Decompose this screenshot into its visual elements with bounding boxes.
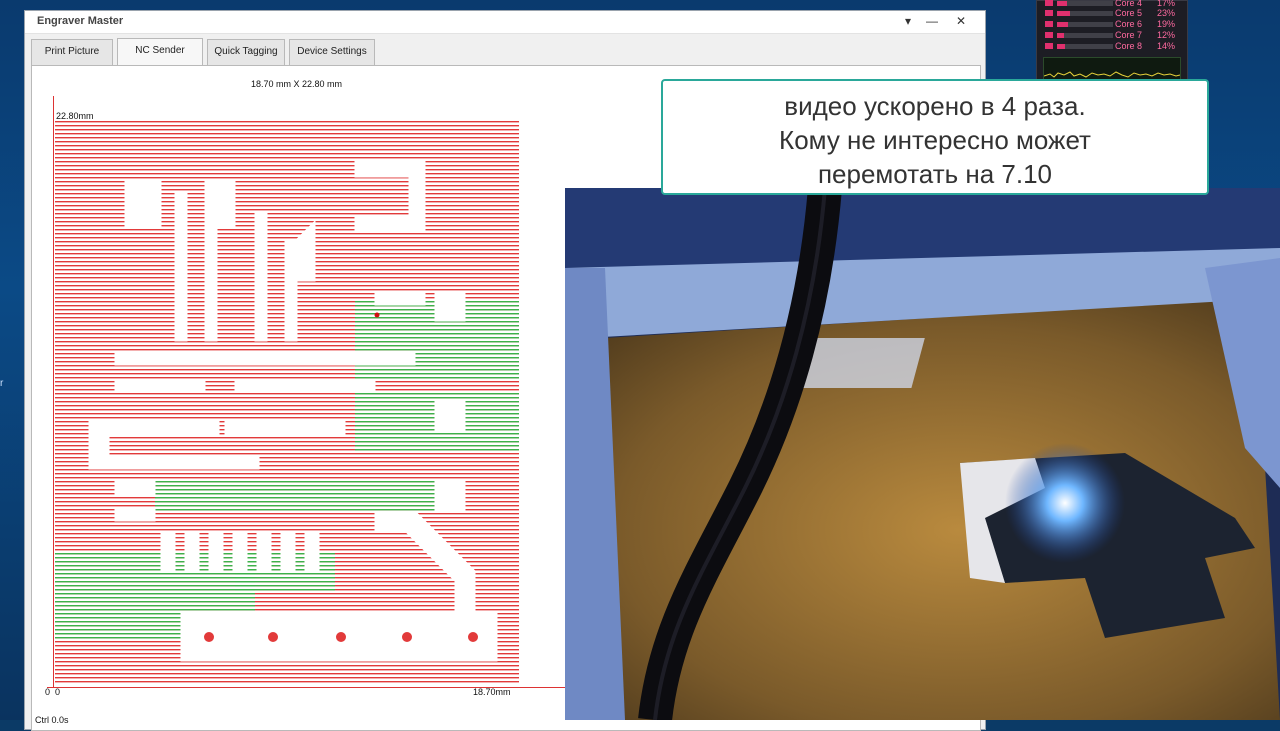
core-color-swatch: [1045, 10, 1053, 16]
core-value: 19%: [1156, 19, 1175, 29]
core-color-swatch: [1045, 0, 1053, 6]
tab-nc-sender[interactable]: NC Sender: [117, 38, 203, 66]
core-color-swatch: [1045, 43, 1053, 49]
cpu-history-line: [1044, 71, 1180, 78]
laser-position-marker: [374, 312, 380, 318]
desktop-edge-text: r: [0, 378, 4, 389]
cpu-core-row: Core 7 12%: [1043, 30, 1183, 40]
tab-print-picture[interactable]: Print Picture: [31, 39, 113, 65]
x-zero-label: 0: [55, 687, 61, 697]
title-bar[interactable]: Engraver Master ▾ — ✕: [25, 11, 985, 34]
window-title: Engraver Master: [37, 15, 124, 27]
cpu-history-graph: [1043, 57, 1181, 81]
close-button[interactable]: ✕: [950, 13, 972, 29]
y-axis-line: [53, 96, 54, 688]
core-usage-bar: [1057, 1, 1113, 6]
core-usage-bar: [1057, 11, 1113, 16]
core-usage-bar: [1057, 33, 1113, 38]
pcb-engraving-preview: [55, 121, 519, 685]
core-usage-bar: [1057, 22, 1113, 27]
core-value: 17%: [1156, 0, 1175, 8]
canvas-dimensions: 18.70 mm X 22.80 mm: [251, 79, 343, 89]
cpu-core-row: Core 6 19%: [1043, 19, 1183, 29]
x-max-label: 18.70mm: [473, 687, 511, 697]
core-color-swatch: [1045, 32, 1053, 38]
dropdown-button[interactable]: ▾: [897, 13, 919, 29]
minimize-button[interactable]: —: [921, 13, 943, 29]
caption-line: перемотать на 7.10: [817, 159, 1053, 189]
cpu-core-row: Core 8 14%: [1043, 41, 1183, 51]
core-value: 12%: [1156, 30, 1175, 40]
caption-line: Кому не интересно может: [779, 125, 1091, 155]
y-max-label: 22.80mm: [56, 111, 94, 121]
caption-line: видео ускорено в 4 раза.: [784, 91, 1086, 121]
core-usage-bar: [1057, 44, 1113, 49]
cpu-history-svg: [1044, 71, 1180, 78]
core-label: Core 5: [1115, 8, 1143, 18]
core-label: Core 7: [1115, 30, 1143, 40]
core-value: 14%: [1156, 41, 1175, 51]
cpu-monitor-widget: Core 4 17% Core 5 23% Core 6 19% Core 7 …: [1036, 0, 1188, 86]
core-label: Core 6: [1115, 19, 1143, 29]
core-usage-fill: [1057, 33, 1064, 38]
core-usage-fill: [1057, 11, 1070, 16]
video-caption: видео ускорено в 4 раза. Кому не интерес…: [661, 79, 1209, 195]
core-color-swatch: [1045, 21, 1053, 27]
camera-feed-image: [565, 188, 1280, 720]
core-usage-fill: [1057, 44, 1065, 49]
core-label: Core 4: [1115, 0, 1143, 8]
core-usage-fill: [1057, 22, 1068, 27]
core-label: Core 8: [1115, 41, 1143, 51]
cpu-core-row: Core 4 17%: [1043, 0, 1183, 8]
status-bar-text: Ctrl 0.0s: [35, 715, 69, 725]
core-usage-fill: [1057, 1, 1067, 6]
core-value: 23%: [1156, 8, 1175, 18]
engraver-camera-feed: [565, 188, 1280, 720]
y-zero-label: 0: [45, 687, 51, 697]
tab-device-settings[interactable]: Device Settings: [289, 39, 375, 65]
tab-quick-tagging[interactable]: Quick Tagging: [207, 39, 285, 65]
cpu-core-row: Core 5 23%: [1043, 8, 1183, 18]
